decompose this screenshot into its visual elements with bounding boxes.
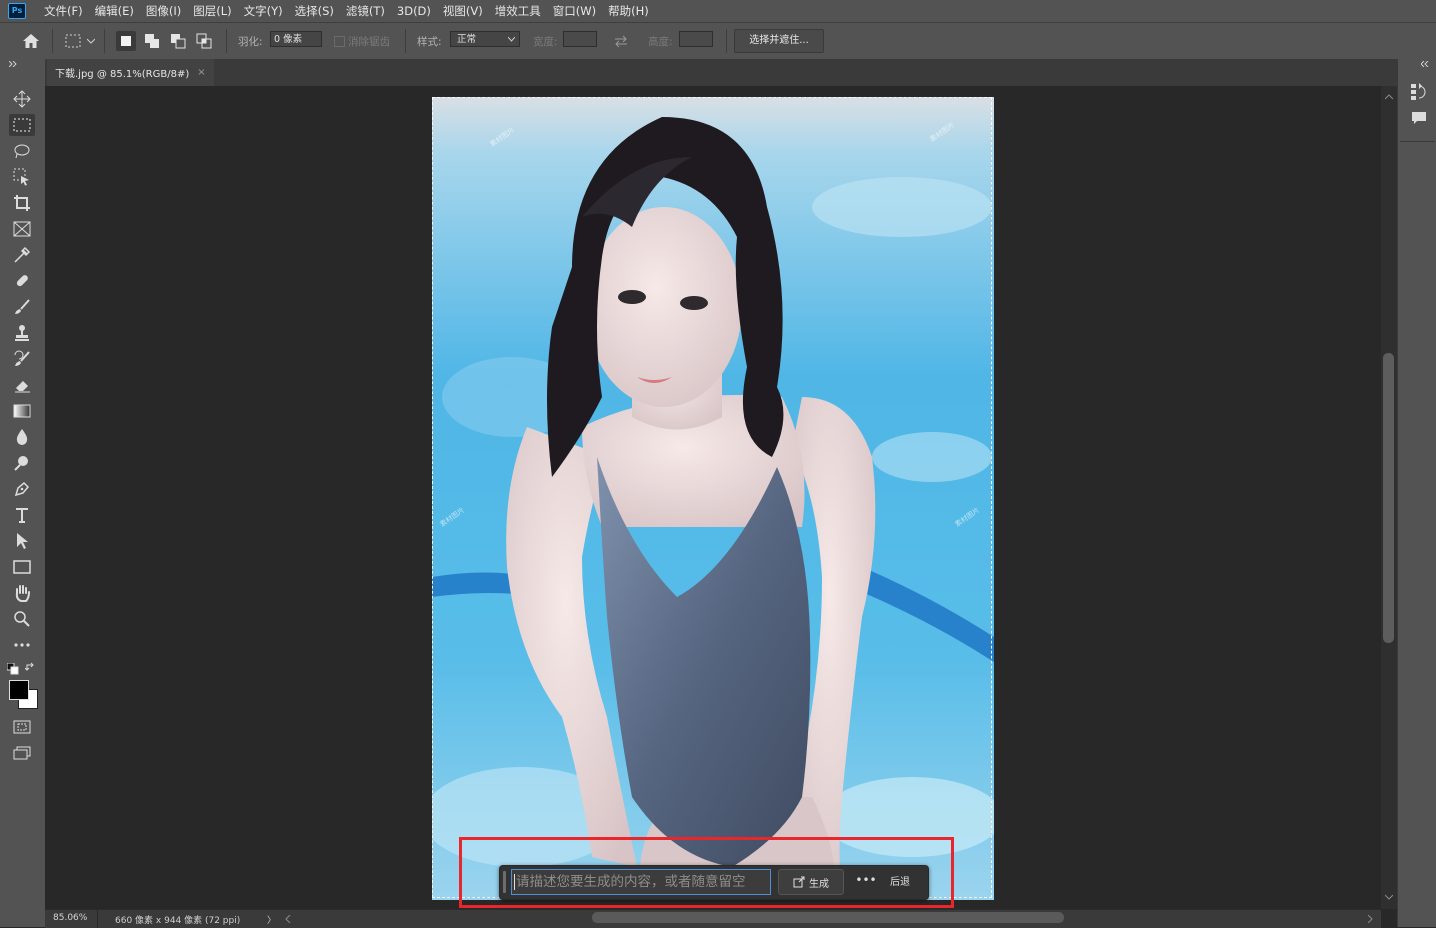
select-and-mask-button[interactable]: 选择并遮住...: [734, 29, 824, 53]
style-label: 样式:: [417, 36, 442, 48]
chevron-down-icon[interactable]: [85, 31, 97, 51]
gradient-tool-icon[interactable]: [9, 400, 35, 422]
swap-icon[interactable]: [611, 31, 631, 51]
new-selection-icon[interactable]: [116, 31, 136, 51]
antialias-label: 消除锯齿: [348, 36, 390, 48]
status-menu-arrow[interactable]: 〉: [267, 913, 276, 926]
comments-panel-icon[interactable]: [1411, 111, 1427, 128]
healing-brush-tool-icon[interactable]: [9, 270, 35, 292]
style-select[interactable]: 正常: [450, 31, 520, 47]
frame-tool-icon[interactable]: [9, 218, 35, 240]
lasso-tool-icon[interactable]: [9, 140, 35, 162]
crop-tool-icon[interactable]: [9, 192, 35, 214]
feather-label: 羽化:: [238, 36, 263, 48]
document-size-info: 660 像素 x 944 像素 (72 ppi): [115, 916, 241, 926]
eyedropper-tool-icon[interactable]: [9, 244, 35, 266]
brush-tool-icon[interactable]: [9, 296, 35, 318]
screen-mode-icon[interactable]: [9, 742, 35, 764]
menu-type[interactable]: 文字(Y): [238, 0, 289, 22]
scroll-up-icon: [1385, 94, 1393, 100]
highlight-box: [459, 837, 954, 908]
path-selection-tool-icon[interactable]: [9, 530, 35, 552]
expand-icon: [9, 61, 17, 67]
close-tab-icon[interactable]: ×: [197, 67, 205, 78]
feather-input[interactable]: 0 像素: [270, 31, 322, 47]
height-input[interactable]: [679, 31, 713, 47]
object-selection-tool-icon[interactable]: [9, 166, 35, 188]
vertical-scroll-thumb[interactable]: [1383, 353, 1394, 643]
menu-edit[interactable]: 编辑(E): [89, 0, 140, 22]
photoshop-logo: Ps: [8, 3, 26, 19]
history-panel-icon[interactable]: [1410, 83, 1428, 104]
menu-select[interactable]: 选择(S): [289, 0, 340, 22]
scroll-right-icon: [1367, 915, 1373, 923]
menu-image[interactable]: 图像(I): [140, 0, 187, 22]
swap-colors-icon[interactable]: [24, 662, 37, 677]
intersect-selection-icon[interactable]: [194, 31, 214, 51]
menu-filter[interactable]: 滤镜(T): [340, 0, 391, 22]
hand-tool-icon[interactable]: [9, 582, 35, 604]
pen-tool-icon[interactable]: [9, 478, 35, 500]
home-icon[interactable]: [21, 31, 41, 51]
rectangle-tool-icon[interactable]: [9, 556, 35, 578]
document-tab-bar: [45, 59, 1397, 86]
subtract-selection-icon[interactable]: [168, 31, 188, 51]
toolbar-header: [0, 59, 45, 86]
clone-stamp-tool-icon[interactable]: [9, 322, 35, 344]
zoom-tool-icon[interactable]: [9, 608, 35, 630]
collapse-panels-icon: [1421, 61, 1429, 67]
width-label: 宽度:: [533, 36, 558, 48]
quick-mask-icon[interactable]: [9, 716, 35, 738]
menu-view[interactable]: 视图(V): [437, 0, 489, 22]
right-panel-dock: [1397, 59, 1436, 927]
zoom-level[interactable]: 85.06%: [53, 913, 87, 923]
dodge-tool-icon[interactable]: [9, 452, 35, 474]
default-colors-icon[interactable]: [6, 662, 19, 678]
horizontal-scroll-thumb[interactable]: [592, 912, 1064, 923]
scroll-down-icon: [1385, 894, 1393, 900]
add-selection-icon[interactable]: [142, 31, 162, 51]
selection-marquee: [432, 97, 992, 898]
antialias-checkbox[interactable]: [334, 36, 345, 47]
blur-tool-icon[interactable]: [9, 426, 35, 448]
rectangular-marquee-tool-icon[interactable]: [9, 114, 35, 136]
foreground-color-swatch[interactable]: [9, 680, 29, 700]
move-tool-icon[interactable]: [9, 88, 35, 110]
document-tab-title: 下载.jpg @ 85.1%(RGB/8#): [55, 69, 190, 80]
menu-layer[interactable]: 图层(L): [187, 0, 237, 22]
style-value: 正常: [457, 34, 477, 45]
tools-panel: [0, 86, 46, 927]
type-tool-icon[interactable]: [9, 504, 35, 526]
height-label: 高度:: [648, 36, 673, 48]
menu-plugins[interactable]: 增效工具: [489, 0, 547, 22]
menu-window[interactable]: 窗口(W): [547, 0, 602, 22]
history-brush-tool-icon[interactable]: [9, 348, 35, 370]
width-input[interactable]: [563, 31, 597, 47]
document-tab[interactable]: 下载.jpg @ 85.1%(RGB/8#) ×: [47, 59, 214, 86]
marquee-preset-icon[interactable]: [63, 31, 83, 51]
eraser-tool-icon[interactable]: [9, 374, 35, 396]
menu-help[interactable]: 帮助(H): [602, 0, 655, 22]
menu-file[interactable]: 文件(F): [38, 0, 89, 22]
options-bar: 羽化: 0 像素 消除锯齿 样式: 正常 宽度: 高度: 选择并遮住...: [0, 22, 1436, 60]
menu-bar: Ps 文件(F) 编辑(E) 图像(I) 图层(L) 文字(Y) 选择(S) 滤…: [0, 0, 1436, 22]
scroll-left-icon: [285, 915, 291, 923]
chevron-down-icon: [508, 37, 515, 42]
more-tools-icon[interactable]: [9, 634, 35, 656]
menu-3d[interactable]: 3D(D): [391, 0, 437, 22]
